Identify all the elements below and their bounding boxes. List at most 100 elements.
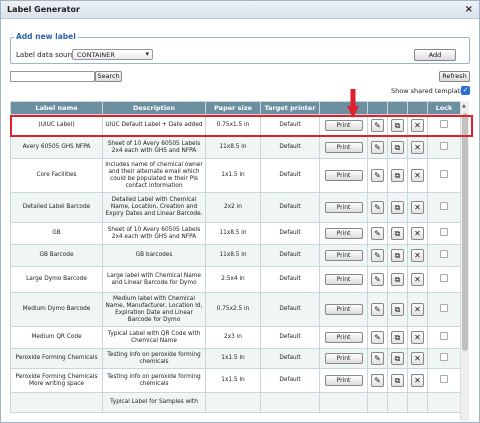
copy-cell: ⧉ (387, 158, 408, 193)
table-row[interactable]: Avery 60505 GHS NFPA Sheet of 10 Avery 60… (10, 136, 460, 159)
label-name-cell: GB (10, 222, 103, 245)
copy-cell: ⧉ (387, 114, 408, 137)
table-row[interactable]: GB Barcode GB barcodes 11x8.5 in Default Pri… (10, 244, 460, 267)
search-button[interactable]: Search (95, 71, 122, 82)
copy-cell: ⧉ (387, 192, 408, 223)
print-button[interactable]: Print (324, 170, 363, 181)
copy-icon[interactable]: ⧉ (391, 249, 404, 262)
delete-icon[interactable]: ✕ (411, 227, 424, 240)
lock-checkbox[interactable] (440, 142, 448, 150)
column-header (367, 101, 388, 115)
table-row[interactable]: Large Dymo Barcode Large label with Chemi… (10, 266, 460, 293)
copy-cell: ⧉ (387, 326, 408, 349)
print-button[interactable]: Print (324, 250, 363, 261)
print-button[interactable]: Print (324, 142, 363, 153)
print-button[interactable]: Print (324, 228, 363, 239)
table-row[interactable]: Typical Label for Samples with (10, 392, 460, 413)
lock-checkbox[interactable] (440, 228, 448, 236)
delete-icon[interactable]: ✕ (411, 201, 424, 214)
print-cell: Print (319, 136, 368, 159)
target-printer-cell: Default (260, 292, 320, 327)
description-cell: Typical Label for Samples with (102, 392, 206, 413)
print-cell: Print (319, 292, 368, 327)
copy-icon[interactable]: ⧉ (391, 227, 404, 240)
edit-icon[interactable]: ✎ (371, 169, 384, 182)
print-button[interactable]: Print (324, 375, 363, 386)
copy-cell: ⧉ (387, 244, 408, 267)
search-input[interactable] (10, 71, 95, 82)
table-row[interactable]: Medium QR Code Typical Label with QR Code… (10, 326, 460, 349)
lock-checkbox[interactable] (440, 250, 448, 258)
delete-icon[interactable]: ✕ (411, 374, 424, 387)
edit-icon[interactable]: ✎ (371, 303, 384, 316)
print-button[interactable]: Print (324, 353, 363, 364)
table-row[interactable]: (UIUC Label) UIUC Default Label + Date ad… (10, 114, 460, 137)
delete-icon[interactable]: ✕ (411, 249, 424, 262)
print-button[interactable]: Print (324, 304, 363, 315)
scrollbar-thumb[interactable] (462, 113, 468, 351)
add-button[interactable]: Add (414, 49, 456, 61)
scroll-up-icon[interactable]: ▲ (462, 103, 466, 109)
delete-icon[interactable]: ✕ (411, 303, 424, 316)
column-header (407, 101, 428, 115)
paper-size-cell: 1x1.5 in (205, 348, 261, 369)
edit-icon[interactable]: ✎ (371, 119, 384, 132)
edit-icon[interactable]: ✎ (371, 331, 384, 344)
delete-icon[interactable]: ✕ (411, 141, 424, 154)
copy-icon[interactable]: ⧉ (391, 169, 404, 182)
shared-templates-checkbox[interactable]: ✓ (461, 86, 470, 95)
table-row[interactable]: Core Facilities Includes name of chemical… (10, 158, 460, 193)
delete-icon[interactable]: ✕ (411, 352, 424, 365)
delete-cell: ✕ (407, 368, 428, 393)
lock-checkbox[interactable] (440, 120, 448, 128)
print-button[interactable]: Print (324, 332, 363, 343)
copy-icon[interactable]: ⧉ (391, 374, 404, 387)
close-icon[interactable]: × (465, 4, 473, 15)
copy-icon[interactable]: ⧉ (391, 303, 404, 316)
edit-icon[interactable]: ✎ (371, 273, 384, 286)
print-button[interactable]: Print (324, 202, 363, 213)
lock-checkbox[interactable] (440, 375, 448, 383)
delete-icon[interactable]: ✕ (411, 119, 424, 132)
refresh-button[interactable]: Refresh (439, 71, 470, 82)
table-header-row: Label name Description Paper size Target pr… (10, 101, 460, 115)
copy-icon[interactable]: ⧉ (391, 273, 404, 286)
edit-icon[interactable]: ✎ (371, 352, 384, 365)
edit-icon[interactable]: ✎ (371, 374, 384, 387)
data-source-select[interactable]: CONTAINER ▾ (72, 49, 153, 60)
print-button[interactable]: Print (324, 120, 363, 131)
copy-icon[interactable]: ⧉ (391, 119, 404, 132)
table-row[interactable]: Peroxide Forming Chemicals Testing info o… (10, 348, 460, 369)
edit-icon[interactable]: ✎ (371, 227, 384, 240)
delete-icon[interactable]: ✕ (411, 169, 424, 182)
print-button[interactable]: Print (324, 274, 363, 285)
copy-icon[interactable]: ⧉ (391, 352, 404, 365)
lock-checkbox[interactable] (440, 202, 448, 210)
description-cell: Medium label with Chemical Name, Manufac… (102, 292, 206, 327)
copy-icon[interactable]: ⧉ (391, 201, 404, 214)
table-row[interactable]: Detailed Label Barcode Detailed Label wit… (10, 192, 460, 223)
edit-cell: ✎ (367, 266, 388, 293)
lock-checkbox[interactable] (440, 304, 448, 312)
delete-icon[interactable]: ✕ (411, 331, 424, 344)
delete-cell (407, 392, 428, 413)
edit-cell: ✎ (367, 244, 388, 267)
delete-icon[interactable]: ✕ (411, 273, 424, 286)
paper-size-cell: 11x8.5 in (205, 222, 261, 245)
lock-checkbox[interactable] (440, 332, 448, 340)
copy-icon[interactable]: ⧉ (391, 331, 404, 344)
table-row[interactable]: Medium Dymo Barcode Medium label with Che… (10, 292, 460, 327)
lock-checkbox[interactable] (440, 170, 448, 178)
edit-icon[interactable]: ✎ (371, 201, 384, 214)
lock-checkbox[interactable] (440, 353, 448, 361)
table-scrollbar[interactable]: ▲ (460, 101, 469, 421)
table-row[interactable]: Peroxide Forming Chemicals More writing … (10, 368, 460, 393)
target-printer-cell: Default (260, 368, 320, 393)
lock-checkbox[interactable] (440, 274, 448, 282)
table-row[interactable]: GB Sheet of 10 Avery 60505 Labels 2x4 eac… (10, 222, 460, 245)
copy-icon[interactable]: ⧉ (391, 141, 404, 154)
edit-icon[interactable]: ✎ (371, 249, 384, 262)
print-cell: Print (319, 222, 368, 245)
edit-icon[interactable]: ✎ (371, 141, 384, 154)
label-name-cell: Peroxide Forming Chemicals More writing … (10, 368, 103, 393)
